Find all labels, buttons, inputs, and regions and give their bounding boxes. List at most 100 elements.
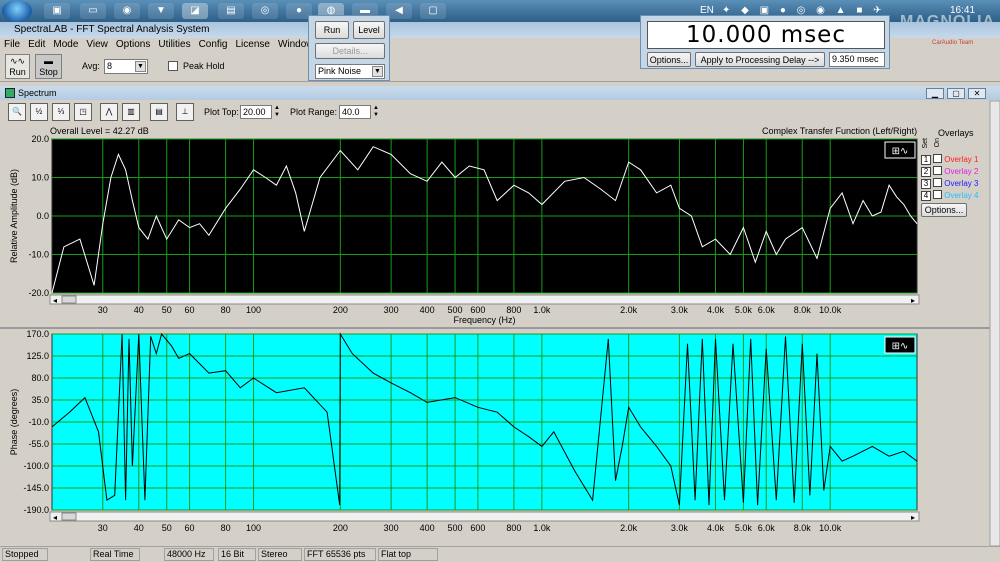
menu-utilities[interactable]: Utilities <box>154 38 194 52</box>
generator-panel: Run Level Details... Pink Noise ▼ <box>308 15 390 81</box>
x-tick-label: 8.0k <box>794 305 812 315</box>
avg-label: Avg: <box>82 61 100 71</box>
x-axis-title: Frequency (Hz) <box>453 315 515 325</box>
spectrum-window: Spectrum ▁ ▢ ✕ 🔍 ½ ⅓ ◳ ⋀ ▥ ▤ ⊥ Plot Top:… <box>0 86 1000 546</box>
x-tick-label: 10.0k <box>819 523 842 533</box>
y-tick-label: -145.0 <box>23 483 49 493</box>
peak-hold-checkbox[interactable] <box>168 61 178 71</box>
x-tick-label: 30 <box>98 523 108 533</box>
computer-icon[interactable]: ▭ <box>80 3 106 19</box>
x-tick-label: 600 <box>470 305 485 315</box>
y-tick-label: -20.0 <box>28 288 49 298</box>
x-tick-label: 2.0k <box>620 305 638 315</box>
status-channels: Stereo <box>258 548 302 561</box>
x-tick-label: 6.0k <box>758 523 776 533</box>
window-title: SpectraLAB - FFT Spectral Analysis Syste… <box>14 24 210 35</box>
x-tick-label: 400 <box>420 305 435 315</box>
stop-button[interactable]: ▬ Stop <box>35 54 62 79</box>
run-label: Run <box>9 67 26 77</box>
spectralab-taskbar-icon[interactable]: ◪ <box>182 3 208 19</box>
spectrum-charts[interactable]: 30 40 50 60 80 100 200 300 400 500 600 800 1.0k 2.0k 3… <box>0 86 1000 546</box>
x-tick-label: 100 <box>246 305 261 315</box>
scroll-left-icon: ◂ <box>53 513 57 522</box>
chrome-icon[interactable]: ◎ <box>252 3 278 19</box>
y-tick-label: -55.0 <box>28 439 49 449</box>
floppy-icon[interactable]: ▣ <box>44 3 70 19</box>
stop-label: Stop <box>39 67 58 77</box>
x-tick-label: 5.0k <box>735 523 753 533</box>
signal-type-select[interactable]: Pink Noise ▼ <box>315 64 385 79</box>
x-tick-label: 50 <box>162 523 172 533</box>
speaker-wave-icon: ⊞∿ <box>892 341 909 352</box>
y-tick-label: 0.0 <box>36 211 49 221</box>
status-mode: Real Time <box>90 548 140 561</box>
avg-value: 8 <box>107 61 113 71</box>
x-tick-label: 200 <box>333 523 348 533</box>
x-tick-label: 300 <box>384 523 399 533</box>
scroll-right-icon: ▸ <box>911 513 915 522</box>
horizontal-scrollbar <box>49 511 920 522</box>
delay-options-button[interactable]: Options... <box>647 52 691 67</box>
start-button[interactable] <box>2 0 32 22</box>
speaker-wave-icon: ⊞∿ <box>892 146 909 157</box>
x-tick-label: 60 <box>185 305 195 315</box>
app-icon[interactable]: ▤ <box>218 3 244 19</box>
x-tick-label: 100 <box>246 523 261 533</box>
peak-hold-label: Peak Hold <box>183 61 225 71</box>
window-icon[interactable]: ▢ <box>420 3 446 19</box>
stop-icon: ▬ <box>44 56 53 66</box>
x-tick-label: 300 <box>384 305 399 315</box>
delay-value-field[interactable]: 9.350 msec <box>829 52 885 67</box>
status-window: Flat top <box>378 548 438 561</box>
menu-mode[interactable]: Mode <box>49 38 82 52</box>
chevron-down-icon[interactable]: ▼ <box>135 61 146 72</box>
menu-license[interactable]: License <box>231 38 273 52</box>
x-tick-label: 800 <box>506 523 521 533</box>
menu-view[interactable]: View <box>82 38 112 52</box>
x-tick-label: 1.0k <box>533 305 551 315</box>
x-tick-label: 1.0k <box>533 523 551 533</box>
status-bar: Stopped Real Time 48000 Hz 16 Bit Stereo… <box>0 546 1000 562</box>
apply-processing-delay-button[interactable]: Apply to Processing Delay --> <box>695 52 825 67</box>
generator-run-button[interactable]: Run <box>315 21 349 39</box>
y-tick-label: 10.0 <box>31 173 49 183</box>
x-tick-label: 6.0k <box>758 305 776 315</box>
winamp-icon[interactable]: ◉ <box>114 3 140 19</box>
x-tick-label: 500 <box>448 305 463 315</box>
y-axis-title: Relative Amplitude (dB) <box>9 169 19 263</box>
chevron-down-icon[interactable]: ▼ <box>372 66 383 77</box>
menu-edit[interactable]: Edit <box>24 38 49 52</box>
waveform-icon: ∿∿ <box>9 56 26 66</box>
y-tick-label: 35.0 <box>31 395 49 405</box>
generator-details-button[interactable]: Details... <box>315 43 385 59</box>
y-tick-label: -10.0 <box>28 250 49 260</box>
y-tick-label: -190.0 <box>23 505 49 515</box>
run-button[interactable]: ∿∿ Run <box>5 54 30 79</box>
scroll-left-icon: ◂ <box>53 296 57 305</box>
avg-select[interactable]: 8 ▼ <box>104 59 148 74</box>
x-tick-label: 40 <box>134 305 144 315</box>
x-tick-label: 5.0k <box>735 305 753 315</box>
x-tick-label: 8.0k <box>794 523 812 533</box>
generator-level-button[interactable]: Level <box>353 21 385 39</box>
y-tick-label: 170.0 <box>26 329 49 339</box>
y-axis-title: Phase (degrees) <box>9 389 19 456</box>
x-tick-label: 50 <box>162 305 172 315</box>
delay-display: 10.000 msec <box>647 21 885 49</box>
signal-type-value: Pink Noise <box>318 66 362 76</box>
menu-config[interactable]: Config <box>195 38 232 52</box>
x-tick-label: 60 <box>185 523 195 533</box>
scroll-right-icon: ▸ <box>911 296 915 305</box>
x-tick-label: 3.0k <box>671 523 689 533</box>
x-tick-label: 80 <box>221 523 231 533</box>
x-tick-label: 600 <box>470 523 485 533</box>
x-tick-label: 80 <box>221 305 231 315</box>
y-tick-label: -100.0 <box>23 461 49 471</box>
vertical-scrollbar <box>989 100 1000 546</box>
status-state: Stopped <box>2 548 48 561</box>
player-icon[interactable]: ▼ <box>148 3 174 19</box>
menu-options[interactable]: Options <box>112 38 154 52</box>
horizontal-scrollbar <box>49 294 920 305</box>
x-tick-label: 200 <box>333 305 348 315</box>
menu-file[interactable]: File <box>0 38 24 52</box>
